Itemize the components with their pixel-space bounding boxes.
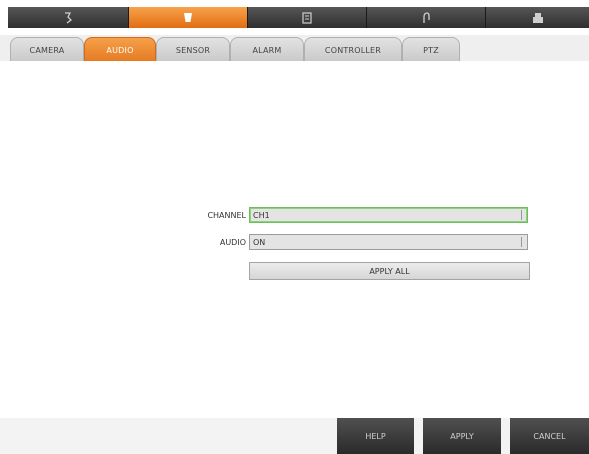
audio-select[interactable]: ON bbox=[249, 234, 528, 250]
printer-icon bbox=[532, 12, 544, 24]
tab-ptz[interactable]: PTZ bbox=[402, 37, 460, 62]
cancel-button[interactable]: CANCEL bbox=[510, 418, 589, 454]
audio-value: ON bbox=[253, 238, 266, 247]
link-icon bbox=[421, 11, 431, 24]
channel-label: CHANNEL bbox=[207, 211, 246, 220]
tab-audio[interactable]: AUDIO bbox=[84, 37, 156, 62]
camera-icon bbox=[63, 11, 73, 24]
dropdown-arrow-icon bbox=[521, 237, 526, 247]
top-nav-system-button[interactable] bbox=[486, 7, 589, 28]
top-nav-audio-button[interactable] bbox=[129, 7, 248, 28]
apply-all-button[interactable]: APPLY ALL bbox=[249, 262, 530, 280]
top-nav-camera-button[interactable] bbox=[8, 7, 129, 28]
top-nav-record-button[interactable] bbox=[248, 7, 367, 28]
audio-label: AUDIO bbox=[219, 238, 246, 247]
document-icon bbox=[302, 11, 312, 24]
channel-value: CH1 bbox=[253, 211, 270, 220]
tab-controller[interactable]: CONTROLLER bbox=[304, 37, 402, 62]
dropdown-arrow-icon bbox=[521, 210, 526, 220]
tab-camera[interactable]: CAMERA bbox=[10, 37, 84, 62]
tab-alarm[interactable]: ALARM bbox=[230, 37, 304, 62]
cup-icon bbox=[183, 12, 193, 24]
apply-button[interactable]: APPLY bbox=[423, 418, 501, 454]
help-button[interactable]: HELP bbox=[337, 418, 414, 454]
channel-select[interactable]: CH1 bbox=[249, 207, 528, 223]
tab-sensor[interactable]: SENSOR bbox=[156, 37, 230, 62]
top-nav-network-button[interactable] bbox=[367, 7, 486, 28]
